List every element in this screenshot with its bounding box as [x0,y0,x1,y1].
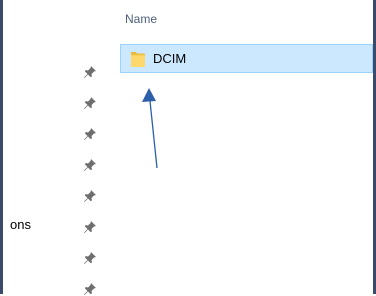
pin-icon[interactable] [83,220,97,234]
window-border-left [0,0,3,294]
file-list-pane: Name DCIM [108,0,373,294]
pin-icon[interactable] [83,189,97,203]
folder-icon [130,50,146,68]
pin-icon[interactable] [83,127,97,141]
pin-icon[interactable] [83,65,97,79]
navigation-pane: ons [3,0,108,295]
file-name: DCIM [153,51,187,66]
file-explorer-window: ons Name DCIM [0,0,376,295]
name-column-header[interactable]: Name [125,12,157,26]
pin-icon[interactable] [83,158,97,172]
pin-icon[interactable] [83,251,97,265]
file-row-dcim[interactable]: DCIM [120,44,373,73]
pin-icon[interactable] [83,96,97,110]
nav-item-label[interactable]: ons [10,217,31,232]
